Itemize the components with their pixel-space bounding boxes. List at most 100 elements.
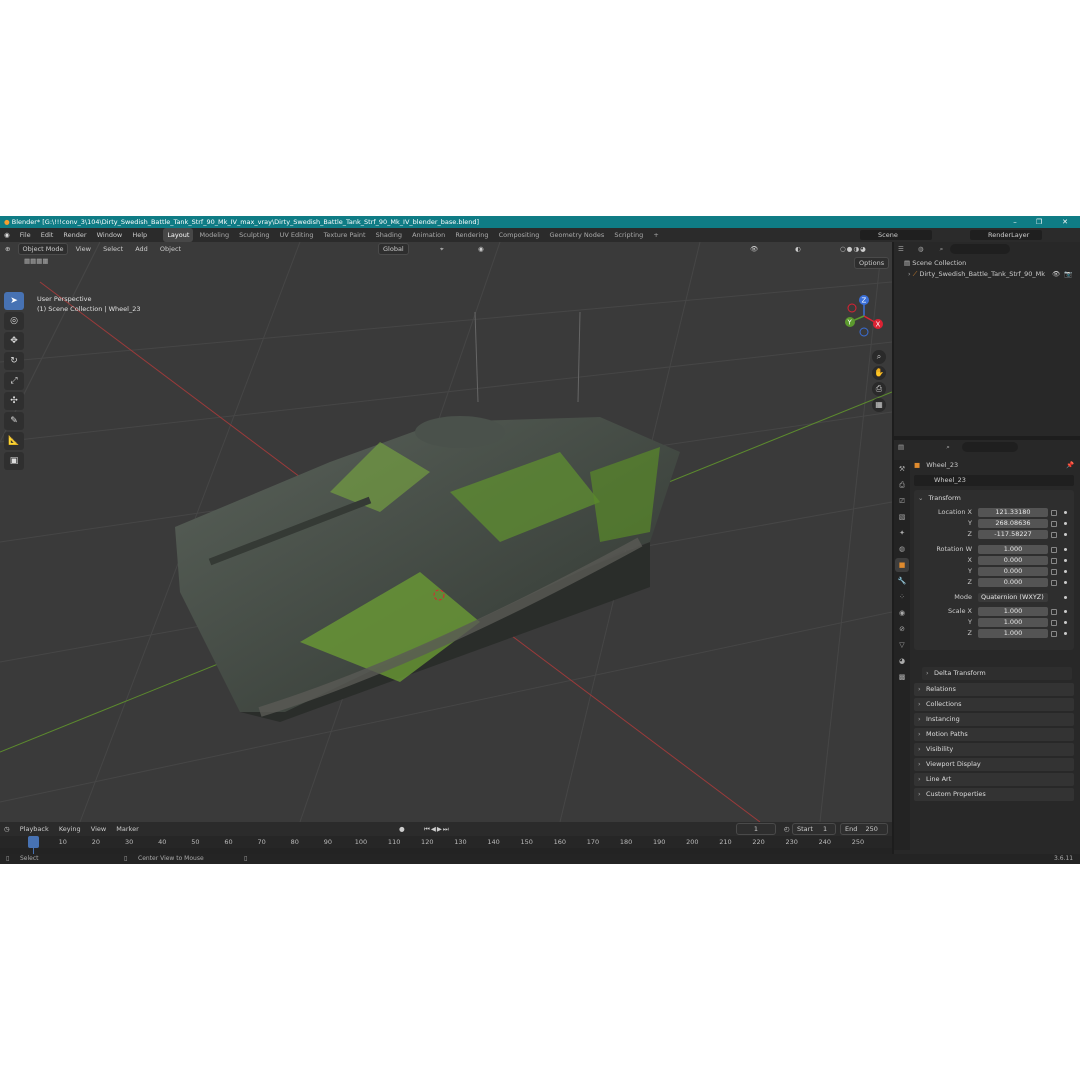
outliner-search-icon[interactable]: ⌕ [926, 245, 944, 253]
proportional-edit-icon[interactable]: ◉ [478, 242, 484, 256]
tab-shading[interactable]: Shading [372, 228, 406, 242]
tab-compositing[interactable]: Compositing [495, 228, 544, 242]
lock-rotation-w-icon[interactable] [1051, 547, 1057, 553]
object-tab-icon[interactable]: ■ [895, 558, 909, 572]
collections-panel[interactable]: Collections [914, 698, 1074, 711]
timeline-editor-icon[interactable]: ◷ [0, 822, 14, 836]
outliner-item-tank[interactable]: › ⟋ Dirty_Swedish_Battle_Tank_Strf_90_Mk [908, 269, 1045, 279]
motion-paths-panel[interactable]: Motion Paths [914, 728, 1074, 741]
camera-view-icon[interactable]: ⎙ [872, 382, 886, 396]
keyframe-scale-y-icon[interactable] [1064, 621, 1067, 624]
start-frame-field[interactable]: Start 1 [792, 823, 836, 835]
scene-selector[interactable]: Scene [860, 230, 932, 240]
view-layer-tab-icon[interactable]: ▧ [895, 510, 909, 524]
render-camera-icon[interactable]: 📷 [1064, 269, 1072, 279]
lock-location-x-icon[interactable] [1051, 510, 1057, 516]
view-menu[interactable]: View [71, 242, 96, 256]
relations-panel[interactable]: Relations [914, 683, 1074, 696]
keyframe-rotation-y-icon[interactable] [1064, 570, 1067, 573]
axis-gizmo[interactable]: Z X Y [840, 292, 890, 342]
line-art-panel[interactable]: Line Art [914, 773, 1074, 786]
record-icon[interactable]: ● [395, 822, 409, 836]
transform-tool-icon[interactable]: ✣ [4, 392, 24, 410]
scale-x-field[interactable]: 1.000 [978, 607, 1048, 616]
keyframe-location-z-icon[interactable] [1064, 533, 1067, 536]
add-workspace-button[interactable]: + [649, 228, 662, 242]
scale-tool-icon[interactable]: ⤢ [4, 372, 24, 390]
data-tab-icon[interactable]: ▽ [895, 638, 909, 652]
perspective-toggle-icon[interactable]: ▦ [872, 398, 886, 412]
outliner-scene-collection[interactable]: ▤ Scene Collection [904, 258, 966, 268]
constraints-tab-icon[interactable]: ⊘ [895, 622, 909, 636]
orientation-dropdown[interactable]: Global [378, 243, 409, 255]
lock-rotation-y-icon[interactable] [1051, 569, 1057, 575]
playback-menu[interactable]: Playback [16, 822, 53, 836]
display-mode-icon[interactable]: ◍ [906, 245, 924, 253]
properties-search-icon[interactable]: ⌕ [906, 443, 950, 451]
measure-tool-icon[interactable]: 📐 [4, 432, 24, 450]
lock-location-z-icon[interactable] [1051, 532, 1057, 538]
pin-icon[interactable]: 📌 [1066, 460, 1074, 470]
visibility-eye-icon[interactable]: 👁 [1052, 269, 1060, 279]
blender-menu-icon[interactable]: ◉ [0, 228, 14, 242]
tool-tab-icon[interactable]: ⚒ [895, 462, 909, 476]
transform-panel-header[interactable]: ⌄ Transform [918, 493, 961, 503]
keyframe-rotation-x-icon[interactable] [1064, 559, 1067, 562]
lock-scale-x-icon[interactable] [1051, 609, 1057, 615]
annotate-tool-icon[interactable]: ✎ [4, 412, 24, 430]
object-menu[interactable]: Object [155, 242, 186, 256]
tab-layout[interactable]: Layout [163, 228, 194, 242]
snap-icon[interactable]: ⌖ [440, 242, 444, 256]
keyframe-mode-icon[interactable] [1064, 596, 1067, 599]
material-tab-icon[interactable]: ◕ [895, 654, 909, 668]
physics-tab-icon[interactable]: ◉ [895, 606, 909, 620]
tab-geometry-nodes[interactable]: Geometry Nodes [545, 228, 608, 242]
options-button[interactable]: Options [854, 257, 890, 269]
tab-modeling[interactable]: Modeling [196, 228, 234, 242]
tab-scripting[interactable]: Scripting [610, 228, 647, 242]
cursor-tool-icon[interactable]: ◎ [4, 312, 24, 330]
particles-tab-icon[interactable]: ⁘ [895, 590, 909, 604]
rotate-tool-icon[interactable]: ↻ [4, 352, 24, 370]
world-tab-icon[interactable]: ◍ [895, 542, 909, 556]
select-mode-icons[interactable]: ▦▦▦▦ [24, 256, 49, 266]
outliner-search-input[interactable] [950, 244, 1010, 254]
pan-hand-icon[interactable]: ✋ [872, 366, 886, 380]
end-frame-field[interactable]: End 250 [840, 823, 888, 835]
keyframe-rotation-w-icon[interactable] [1064, 548, 1067, 551]
texture-tab-icon[interactable]: ▩ [895, 670, 909, 684]
timeline-view-menu[interactable]: View [87, 822, 110, 836]
scene-tab-icon[interactable]: ✦ [895, 526, 909, 540]
location-x-field[interactable]: 121.33180 [978, 508, 1048, 517]
overlays-icon[interactable]: ◐ [795, 242, 801, 256]
menu-help[interactable]: Help [128, 228, 151, 242]
rotation-z-field[interactable]: 0.000 [978, 578, 1048, 587]
menu-edit[interactable]: Edit [37, 228, 58, 242]
rotation-x-field[interactable]: 0.000 [978, 556, 1048, 565]
render-tab-icon[interactable]: ⎙ [895, 478, 909, 492]
visibility-icon[interactable]: 👁 [750, 242, 758, 256]
custom-properties-panel[interactable]: Custom Properties [914, 788, 1074, 801]
menu-window[interactable]: Window [93, 228, 127, 242]
visibility-panel[interactable]: Visibility [914, 743, 1074, 756]
close-button[interactable]: ✕ [1054, 216, 1076, 228]
select-box-tool-icon[interactable]: ➤ [4, 292, 24, 310]
viewport-display-panel[interactable]: Viewport Display [914, 758, 1074, 771]
zoom-icon[interactable]: ⌕ [872, 350, 886, 364]
frame-ruler[interactable]: 1102030405060708090100110120130140150160… [0, 836, 892, 848]
menu-file[interactable]: File [16, 228, 35, 242]
lock-rotation-x-icon[interactable] [1051, 558, 1057, 564]
location-z-field[interactable]: -117.58227 [978, 530, 1048, 539]
editor-type-icon[interactable]: ⊕ [0, 242, 15, 256]
delta-transform-panel[interactable]: Delta Transform [922, 667, 1072, 680]
select-menu[interactable]: Select [98, 242, 128, 256]
properties-search-input[interactable] [962, 442, 1018, 452]
keyframe-scale-x-icon[interactable] [1064, 610, 1067, 613]
lock-scale-y-icon[interactable] [1051, 620, 1057, 626]
keyframe-scale-z-icon[interactable] [1064, 632, 1067, 635]
keyframe-location-x-icon[interactable] [1064, 511, 1067, 514]
modifier-tab-icon[interactable]: 🔧 [895, 574, 909, 588]
tab-texture-paint[interactable]: Texture Paint [320, 228, 370, 242]
expand-arrow-icon[interactable]: › [908, 270, 911, 278]
mode-dropdown[interactable]: Object Mode [17, 243, 69, 255]
